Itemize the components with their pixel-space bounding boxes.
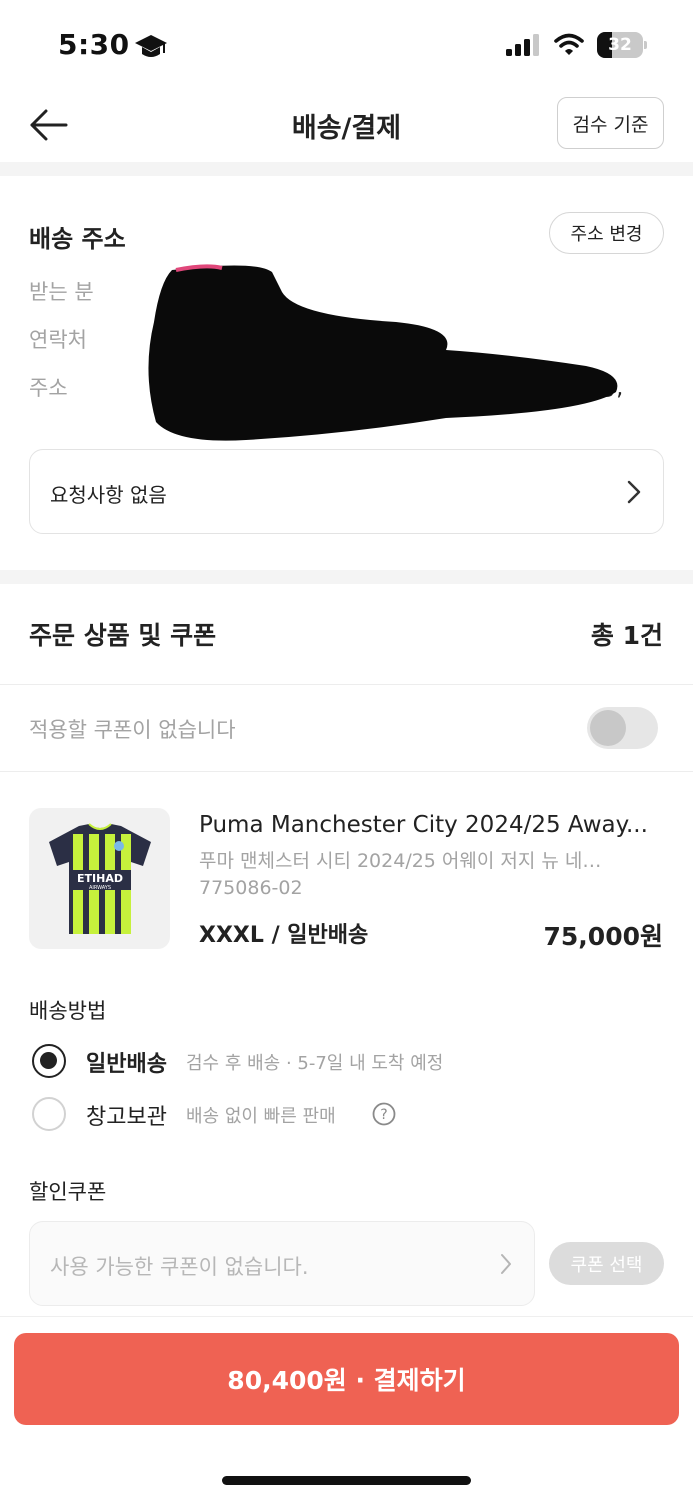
toggle-knob bbox=[590, 710, 626, 746]
product-option: XXXL / 일반배송 bbox=[199, 923, 369, 948]
coupon-toggle[interactable] bbox=[587, 707, 658, 749]
pay-button[interactable]: 80,400원 · 결제하기 bbox=[14, 1333, 679, 1425]
help-icon-glyph: ? bbox=[380, 1107, 387, 1123]
product-sub-name: 푸마 맨체스터 시티 2024/25 어웨이 저지 뉴 네… bbox=[199, 850, 602, 872]
coupon-placeholder: 사용 가능한 쿠폰이 없습니다. bbox=[50, 1255, 309, 1279]
address-section-title: 배송 주소 bbox=[29, 225, 126, 253]
radio-standard-delivery[interactable] bbox=[32, 1044, 66, 1078]
warehouse-storage-label[interactable]: 창고보관 bbox=[86, 1099, 167, 1131]
status-time: 5:30 bbox=[58, 28, 130, 61]
jersey-sponsor-sub: AIRWAYS bbox=[89, 885, 111, 891]
jersey-image: ETIHAD AIRWAYS bbox=[49, 823, 151, 934]
battery-icon: 32 bbox=[597, 32, 647, 58]
coupon-selector[interactable]: 사용 가능한 쿠폰이 없습니다. bbox=[29, 1221, 535, 1306]
chevron-right-icon bbox=[501, 1254, 511, 1274]
product-code: 775086-02 bbox=[199, 877, 303, 899]
redaction-scribble bbox=[148, 264, 618, 441]
recipient-label: 받는 분 bbox=[29, 280, 94, 304]
product-name: Puma Manchester City 2024/25 Away... bbox=[199, 812, 648, 838]
contact-label: 연락처 bbox=[29, 328, 87, 352]
jersey-sponsor: ETIHAD bbox=[77, 872, 123, 885]
delivery-request-text: 요청사항 없음 bbox=[50, 483, 167, 507]
product-price: 75,000원 bbox=[543, 922, 663, 951]
graduation-cap-icon bbox=[135, 35, 167, 57]
divider bbox=[0, 771, 693, 772]
help-icon[interactable]: ? bbox=[372, 1102, 396, 1126]
coupon-notice: 적용할 쿠폰이 없습니다 bbox=[29, 718, 236, 742]
change-address-button[interactable]: 주소 변경 bbox=[549, 212, 664, 254]
standard-delivery-desc: 검수 후 배송 · 5-7일 내 도착 예정 bbox=[186, 1053, 444, 1074]
battery-percent: 32 bbox=[608, 35, 632, 55]
status-bar: 5:30 32 bbox=[0, 0, 693, 90]
section-divider bbox=[0, 162, 693, 176]
header: 배송/결제 검수 기준 bbox=[0, 90, 693, 160]
standard-delivery-label[interactable]: 일반배송 bbox=[86, 1046, 167, 1078]
signal-icon bbox=[506, 34, 539, 56]
arrow-left-icon[interactable] bbox=[28, 104, 70, 146]
section-divider bbox=[0, 570, 693, 584]
delivery-request-selector[interactable]: 요청사항 없음 bbox=[29, 449, 664, 534]
warehouse-storage-desc: 배송 없이 빠른 판매 bbox=[186, 1106, 336, 1127]
chevron-right-icon bbox=[627, 480, 641, 504]
radio-warehouse-storage[interactable] bbox=[32, 1097, 66, 1131]
order-count: 총 1건 bbox=[590, 621, 663, 650]
address-label: 주소 bbox=[29, 376, 68, 400]
coupon-title: 할인쿠폰 bbox=[29, 1180, 107, 1204]
home-indicator bbox=[222, 1476, 471, 1485]
product-image: ETIHAD AIRWAYS bbox=[29, 808, 170, 949]
wifi-icon bbox=[554, 33, 584, 55]
inspection-criteria-button[interactable]: 검수 기준 bbox=[557, 97, 664, 149]
order-section-title: 주문 상품 및 쿠폰 bbox=[29, 621, 217, 650]
divider bbox=[0, 684, 693, 685]
delivery-method-title: 배송방법 bbox=[29, 999, 107, 1023]
select-coupon-button[interactable]: 쿠폰 선택 bbox=[549, 1242, 664, 1285]
